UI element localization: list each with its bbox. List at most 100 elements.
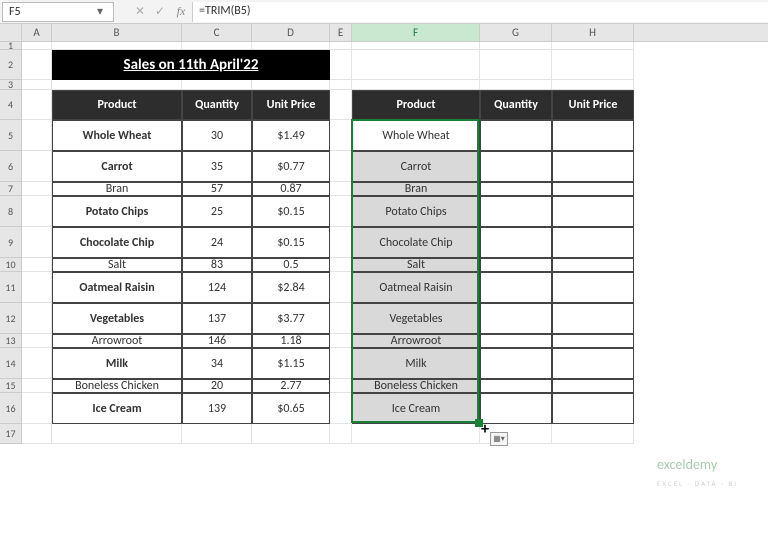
cell-H14[interactable] (552, 348, 634, 379)
cell-F12[interactable]: Vegetables (352, 303, 480, 334)
cell-unitprice-6[interactable]: $0.77 (252, 151, 330, 182)
cell-G11[interactable] (480, 272, 552, 303)
row-header-7[interactable]: 7 (0, 182, 22, 196)
cell-G15[interactable] (480, 379, 552, 393)
cell-F1[interactable] (352, 42, 480, 50)
cell-H3[interactable] (552, 80, 634, 90)
cell-product-11[interactable]: Oatmeal Raisin (52, 272, 182, 303)
cell-E14[interactable] (330, 348, 352, 379)
cell-quantity-12[interactable]: 137 (182, 303, 252, 334)
cell-E15[interactable] (330, 379, 352, 393)
cell-H6[interactable] (552, 151, 634, 182)
col-header-C[interactable]: C (182, 24, 252, 41)
cell-product-6[interactable]: Carrot (52, 151, 182, 182)
row-header-11[interactable]: 11 (0, 272, 22, 303)
formula-accept-icon[interactable]: ✓ (150, 4, 170, 19)
row-header-3[interactable]: 3 (0, 80, 22, 90)
cell-quantity-8[interactable]: 25 (182, 196, 252, 227)
cell-E16[interactable] (330, 393, 352, 424)
cell-quantity-7[interactable]: 57 (182, 182, 252, 196)
row-header-16[interactable]: 16 (0, 393, 22, 424)
cell-H8[interactable] (552, 196, 634, 227)
cell-A4[interactable] (22, 90, 52, 120)
cell-A2[interactable] (22, 50, 52, 80)
cell-unitprice-7[interactable]: 0.87 (252, 182, 330, 196)
cell-H12[interactable] (552, 303, 634, 334)
col-header-A[interactable]: A (22, 24, 52, 41)
cell-product-13[interactable]: Arrowroot (52, 334, 182, 348)
cell-A7[interactable] (22, 182, 52, 196)
cell-A15[interactable] (22, 379, 52, 393)
cell-C3[interactable] (182, 80, 252, 90)
cell-G12[interactable] (480, 303, 552, 334)
cell-E1[interactable] (330, 42, 352, 50)
col-header-E[interactable]: E (330, 24, 352, 41)
cell-G1[interactable] (480, 42, 552, 50)
cell-C17[interactable] (182, 424, 252, 444)
cell-B1[interactable] (52, 42, 182, 50)
cell-unitprice-9[interactable]: $0.15 (252, 227, 330, 258)
cell-F15[interactable]: Boneless Chicken (352, 379, 480, 393)
cell-F13[interactable]: Arrowroot (352, 334, 480, 348)
cell-A8[interactable] (22, 196, 52, 227)
cell-D17[interactable] (252, 424, 330, 444)
cell-quantity-10[interactable]: 83 (182, 258, 252, 272)
cell-A13[interactable] (22, 334, 52, 348)
cell-unitprice-13[interactable]: 1.18 (252, 334, 330, 348)
cell-unitprice-8[interactable]: $0.15 (252, 196, 330, 227)
cell-F9[interactable]: Chocolate Chip (352, 227, 480, 258)
cell-F14[interactable]: Milk (352, 348, 480, 379)
cell-G14[interactable] (480, 348, 552, 379)
cell-A14[interactable] (22, 348, 52, 379)
cell-G13[interactable] (480, 334, 552, 348)
cell-product-10[interactable]: Salt (52, 258, 182, 272)
cell-F10[interactable]: Salt (352, 258, 480, 272)
cell-B17[interactable] (52, 424, 182, 444)
cell-E9[interactable] (330, 227, 352, 258)
cell-H13[interactable] (552, 334, 634, 348)
cell-E10[interactable] (330, 258, 352, 272)
cell-G3[interactable] (480, 80, 552, 90)
cell-quantity-11[interactable]: 124 (182, 272, 252, 303)
worksheet-grid[interactable]: A B C D E F G H 12Sales on 11th April'22… (0, 24, 768, 444)
cell-A3[interactable] (22, 80, 52, 90)
cell-E4[interactable] (330, 90, 352, 120)
cell-A5[interactable] (22, 120, 52, 151)
cell-H1[interactable] (552, 42, 634, 50)
cell-A1[interactable] (22, 42, 52, 50)
cell-A12[interactable] (22, 303, 52, 334)
name-box-dropdown-icon[interactable]: ▾ (93, 4, 107, 19)
name-box[interactable]: F5 ▾ (2, 2, 114, 22)
col-header-D[interactable]: D (252, 24, 330, 41)
cell-product-5[interactable]: Whole Wheat (52, 120, 182, 151)
cell-E6[interactable] (330, 151, 352, 182)
cell-quantity-9[interactable]: 24 (182, 227, 252, 258)
cell-product-7[interactable]: Bran (52, 182, 182, 196)
cell-unitprice-14[interactable]: $1.15 (252, 348, 330, 379)
cell-H2[interactable] (552, 50, 634, 80)
formula-cancel-icon[interactable]: ✕ (130, 4, 150, 19)
cell-quantity-15[interactable]: 20 (182, 379, 252, 393)
cell-unitprice-16[interactable]: $0.65 (252, 393, 330, 424)
cell-unitprice-10[interactable]: 0.5 (252, 258, 330, 272)
col-header-H[interactable]: H (552, 24, 634, 41)
cell-A6[interactable] (22, 151, 52, 182)
row-header-9[interactable]: 9 (0, 227, 22, 258)
cell-E17[interactable] (330, 424, 352, 444)
cell-quantity-5[interactable]: 30 (182, 120, 252, 151)
cell-E5[interactable] (330, 120, 352, 151)
cell-A9[interactable] (22, 227, 52, 258)
cell-product-14[interactable]: Milk (52, 348, 182, 379)
cell-product-15[interactable]: Boneless Chicken (52, 379, 182, 393)
cell-G6[interactable] (480, 151, 552, 182)
cell-G8[interactable] (480, 196, 552, 227)
cell-product-12[interactable]: Vegetables (52, 303, 182, 334)
cell-quantity-16[interactable]: 139 (182, 393, 252, 424)
cell-E3[interactable] (330, 80, 352, 90)
row-header-4[interactable]: 4 (0, 90, 22, 120)
cell-H10[interactable] (552, 258, 634, 272)
cell-E11[interactable] (330, 272, 352, 303)
cell-H7[interactable] (552, 182, 634, 196)
col-header-F[interactable]: F (352, 24, 480, 41)
cell-unitprice-12[interactable]: $3.77 (252, 303, 330, 334)
